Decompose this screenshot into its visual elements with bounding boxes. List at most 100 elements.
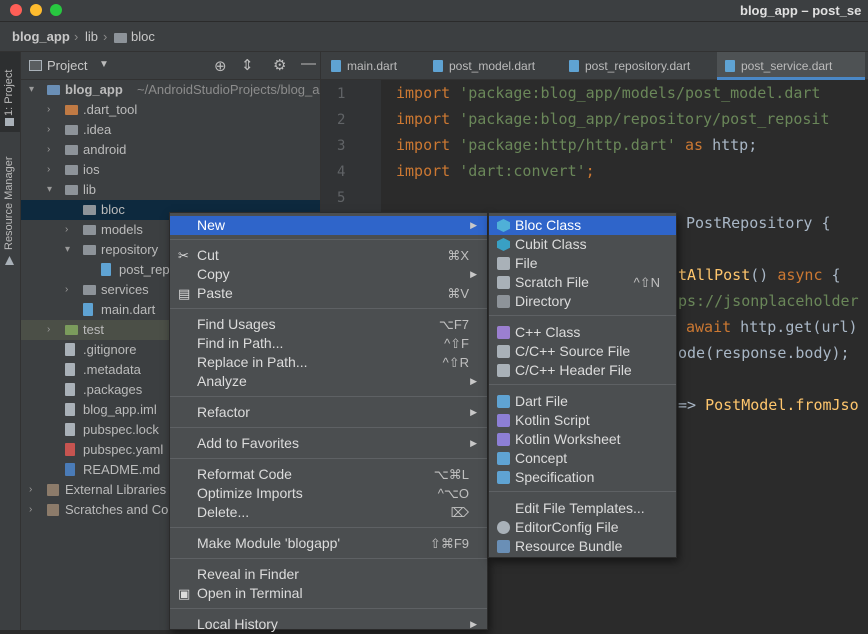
zoom-window-button[interactable] xyxy=(50,4,62,16)
new-submenu-item-shortcut: ^⇧N xyxy=(633,275,660,290)
breadcrumb-bloc[interactable]: bloc xyxy=(131,29,155,44)
new-submenu-item-scratch-file[interactable]: Scratch File ^⇧N xyxy=(489,273,676,292)
new-submenu-item-bloc-class[interactable]: Bloc Class xyxy=(489,216,676,235)
new-submenu-item-file[interactable]: File xyxy=(489,254,676,273)
new-submenu-item-c-c-source-file[interactable]: C/C++ Source File xyxy=(489,342,676,361)
gear-icon[interactable]: ⚙ xyxy=(273,56,286,74)
chevron-right-icon[interactable]: › xyxy=(29,500,39,520)
menu-item-reformat-code[interactable]: Reformat Code ⌥⌘L xyxy=(170,465,487,484)
menu-item-label: Cut xyxy=(197,247,219,263)
new-submenu-item-c-class[interactable]: C++ Class xyxy=(489,323,676,342)
chevron-right-icon[interactable]: › xyxy=(65,220,75,240)
menu-item-shortcut: ⌥F7 xyxy=(438,317,469,332)
menu-item-shortcut: ^⇧R xyxy=(442,355,469,370)
tab-main-dart[interactable]: main.dart xyxy=(331,52,397,80)
chevron-right-icon[interactable]: › xyxy=(47,160,57,180)
new-submenu-item-c-c-header-file[interactable]: C/C++ Header File xyxy=(489,361,676,380)
menu-item-shortcut: ^⌥O xyxy=(437,486,469,501)
project-tool-tab[interactable]: 1: Project xyxy=(0,52,20,132)
new-submenu-item-specification[interactable]: Specification xyxy=(489,468,676,487)
line-number: 3 xyxy=(337,138,346,154)
code-line-3: import 'package:http/http.dart' as http; xyxy=(396,136,758,154)
code-line-2: import 'package:blog_app/repository/post… xyxy=(396,110,830,128)
breadcrumb-lib[interactable]: lib xyxy=(85,29,98,44)
tab-post-service[interactable]: post_service.dart xyxy=(717,52,865,80)
collapse-all-icon[interactable]: ⇕ xyxy=(241,56,254,74)
locate-file-icon[interactable]: ⊕ xyxy=(214,57,227,75)
tree-item-lib[interactable]: ▾ lib xyxy=(21,180,320,200)
menu-item-cut[interactable]: ✂ Cut ⌘X xyxy=(170,246,487,265)
new-submenu-item-directory[interactable]: Directory xyxy=(489,292,676,311)
file-icon xyxy=(65,403,75,416)
project-tool-tab-label: 1: Project xyxy=(3,69,15,116)
tree-item-label: Scratches and Co xyxy=(65,502,169,517)
project-view-icon xyxy=(29,60,42,71)
new-submenu-item-editorconfig-file[interactable]: EditorConfig File xyxy=(489,518,676,537)
hide-panel-icon[interactable]: — xyxy=(301,55,316,72)
dart-file-icon xyxy=(433,60,443,72)
tree-item-idea[interactable]: › .idea xyxy=(21,120,320,140)
chevron-right-icon[interactable]: › xyxy=(47,140,57,160)
bloc-icon xyxy=(497,219,510,232)
menu-item-add-to-favorites[interactable]: Add to Favorites ▶ xyxy=(170,434,487,453)
menu-item-label: Copy xyxy=(197,266,230,282)
tree-item-android[interactable]: › android xyxy=(21,140,320,160)
breadcrumb-project[interactable]: blog_app xyxy=(12,29,70,44)
menu-separator xyxy=(170,308,487,309)
menu-separator xyxy=(170,608,487,609)
yaml-file-icon xyxy=(65,443,75,456)
chevron-down-icon[interactable]: ▾ xyxy=(65,240,75,260)
tree-item-label: .gitignore xyxy=(83,342,137,357)
chevron-right-icon[interactable]: › xyxy=(65,280,75,300)
menu-item-optimize-imports[interactable]: Optimize Imports ^⌥O xyxy=(170,484,487,503)
new-submenu-item-label: Scratch File xyxy=(515,274,589,290)
new-submenu-item-dart-file[interactable]: Dart File xyxy=(489,392,676,411)
menu-item-delete[interactable]: Delete... ⌦ xyxy=(170,503,487,522)
line-number: 1 xyxy=(337,86,346,102)
new-submenu-item-resource-bundle[interactable]: Resource Bundle xyxy=(489,537,676,556)
tree-item-label: README.md xyxy=(83,462,161,477)
tab-post-repository[interactable]: post_repository.dart xyxy=(569,52,690,80)
chevron-down-icon[interactable]: ▾ xyxy=(47,180,57,200)
menu-item-label: Make Module 'blogapp' xyxy=(197,535,341,551)
menu-item-find-usages[interactable]: Find Usages ⌥F7 xyxy=(170,315,487,334)
menu-item-label: Refactor xyxy=(197,404,250,420)
close-window-button[interactable] xyxy=(10,4,22,16)
code-line-8: ps://jsonplaceholder xyxy=(678,292,859,310)
chevron-down-icon[interactable]: ▾ xyxy=(29,80,39,100)
menu-item-refactor[interactable]: Refactor ▶ xyxy=(170,403,487,422)
menu-item-find-in-path[interactable]: Find in Path... ^⇧F xyxy=(170,334,487,353)
chevron-right-icon[interactable]: › xyxy=(29,480,39,500)
menu-item-local-history[interactable]: Local History ▶ xyxy=(170,615,487,634)
new-submenu-item-cubit-class[interactable]: Cubit Class xyxy=(489,235,676,254)
new-submenu-item-kotlin-worksheet[interactable]: Kotlin Worksheet xyxy=(489,430,676,449)
menu-item-replace-in-path[interactable]: Replace in Path... ^⇧R xyxy=(170,353,487,372)
menu-item-label: Local History xyxy=(197,616,278,632)
menu-item-label: Open in Terminal xyxy=(197,585,303,601)
menu-item-copy[interactable]: Copy ▶ xyxy=(170,265,487,284)
new-submenu-item-kotlin-script[interactable]: Kotlin Script xyxy=(489,411,676,430)
chevron-right-icon[interactable]: › xyxy=(47,100,57,120)
chevron-down-icon[interactable]: ▼ xyxy=(99,59,109,70)
chevron-right-icon[interactable]: › xyxy=(47,120,57,140)
menu-item-open-in-terminal[interactable]: ▣ Open in Terminal xyxy=(170,584,487,603)
new-submenu-item-edit-file-templates[interactable]: Edit File Templates... xyxy=(489,499,676,518)
menu-item-label: Find Usages xyxy=(197,316,276,332)
submenu-arrow-icon: ▶ xyxy=(470,376,477,386)
menu-item-paste[interactable]: ▤ Paste ⌘V xyxy=(170,284,487,303)
minimize-window-button[interactable] xyxy=(30,4,42,16)
menu-item-analyze[interactable]: Analyze ▶ xyxy=(170,372,487,391)
resource-manager-tool-tab[interactable]: Resource Manager xyxy=(0,144,20,274)
tree-item-label: bloc xyxy=(101,202,125,217)
tree-item-ios[interactable]: › ios xyxy=(21,160,320,180)
chevron-right-icon[interactable]: › xyxy=(47,320,57,340)
project-view-selector[interactable]: Project xyxy=(47,58,87,73)
tree-item-blog-app[interactable]: ▾ blog_app ~/AndroidStudioProjects/blog_a xyxy=(21,80,320,100)
menu-item-new[interactable]: New ▶ xyxy=(170,216,487,235)
menu-item-label: Replace in Path... xyxy=(197,354,308,370)
menu-item-make-module-blogapp[interactable]: Make Module 'blogapp' ⇧⌘F9 xyxy=(170,534,487,553)
menu-item-reveal-in-finder[interactable]: Reveal in Finder xyxy=(170,565,487,584)
tab-post-model[interactable]: post_model.dart xyxy=(433,52,535,80)
new-submenu-item-concept[interactable]: Concept xyxy=(489,449,676,468)
tree-item-dart-tool[interactable]: › .dart_tool xyxy=(21,100,320,120)
